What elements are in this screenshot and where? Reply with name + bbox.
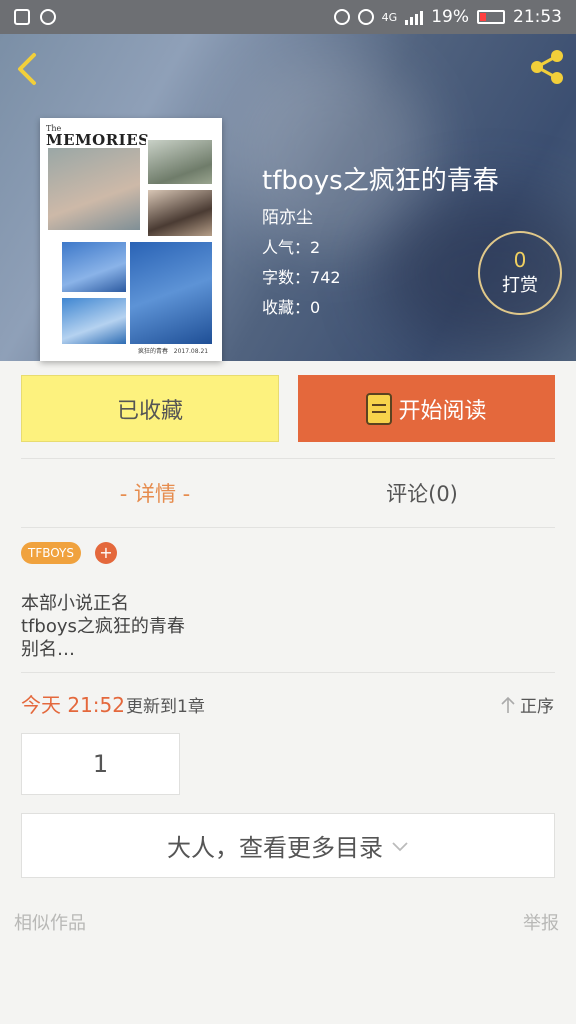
chapter-item[interactable]: 1 xyxy=(21,733,180,795)
network-type: 4G xyxy=(381,10,398,24)
tip-count: 0 xyxy=(513,248,527,272)
tag-chip[interactable]: TFBOYS xyxy=(21,542,81,564)
arrow-up-icon xyxy=(501,696,515,713)
favorited-label: 已收藏 xyxy=(116,398,183,424)
chevron-down-icon xyxy=(392,841,408,851)
start-reading-button[interactable]: 开始阅读 xyxy=(298,375,555,442)
book-icon xyxy=(366,392,393,425)
tip-label: 打赏 xyxy=(502,275,538,296)
chapter-number: 1 xyxy=(92,750,109,778)
sort-label: 正序 xyxy=(520,697,554,717)
similar-works-link[interactable]: 相似作品 xyxy=(14,909,86,935)
author-name[interactable]: 陌亦尘 xyxy=(262,203,313,228)
battery-icon xyxy=(477,10,505,24)
divider xyxy=(21,672,555,673)
popularity-stat: 人气：2 xyxy=(262,238,321,257)
cover-photo xyxy=(60,296,128,346)
report-link[interactable]: 举报 xyxy=(523,909,559,935)
share-icon[interactable] xyxy=(528,48,566,86)
more-catalog-button[interactable]: 大人，查看更多目录 xyxy=(21,813,555,878)
signal-icon xyxy=(405,9,424,25)
cover-photo xyxy=(146,138,214,186)
favorites-stat: 收藏：0 xyxy=(262,298,321,317)
start-reading-label: 开始阅读 xyxy=(398,398,487,424)
clock: 21:53 xyxy=(513,7,562,27)
word-count-stat: 字数：742 xyxy=(262,268,341,287)
status-bar: 4G 19% 21:53 xyxy=(0,0,576,34)
sort-order-toggle[interactable]: 正序 xyxy=(500,692,554,717)
tab-detail[interactable]: - 详情 - xyxy=(30,478,280,508)
tip-button[interactable]: 0 打赏 xyxy=(478,231,562,315)
notification-icon xyxy=(14,9,30,25)
alarm-icon xyxy=(357,9,374,25)
favorited-button[interactable]: 已收藏 xyxy=(21,375,279,442)
book-cover[interactable]: The MEMORIES 疯狂的青春 2017.08.21 xyxy=(40,118,222,361)
cover-photo xyxy=(60,240,128,294)
cover-photo xyxy=(46,146,142,232)
mute-icon xyxy=(333,9,350,25)
weibo-icon xyxy=(40,9,56,25)
cover-caption: 疯狂的青春 2017.08.21 xyxy=(138,348,209,355)
update-time: 今天 21:52 xyxy=(21,693,125,717)
add-tag-button[interactable]: + xyxy=(95,542,117,564)
divider xyxy=(21,527,555,528)
cover-photo xyxy=(146,188,214,238)
update-status: 更新到1章 xyxy=(126,697,205,717)
back-icon[interactable] xyxy=(14,52,42,86)
book-title: tfboys之疯狂的青春 xyxy=(262,166,499,196)
battery-percent: 19% xyxy=(431,7,469,27)
divider xyxy=(21,458,555,459)
cover-photo xyxy=(128,240,214,346)
description-line: 别名… xyxy=(21,639,75,660)
more-catalog-label: 大人，查看更多目录 xyxy=(167,834,383,862)
tab-comments[interactable]: 评论(0) xyxy=(297,478,547,508)
